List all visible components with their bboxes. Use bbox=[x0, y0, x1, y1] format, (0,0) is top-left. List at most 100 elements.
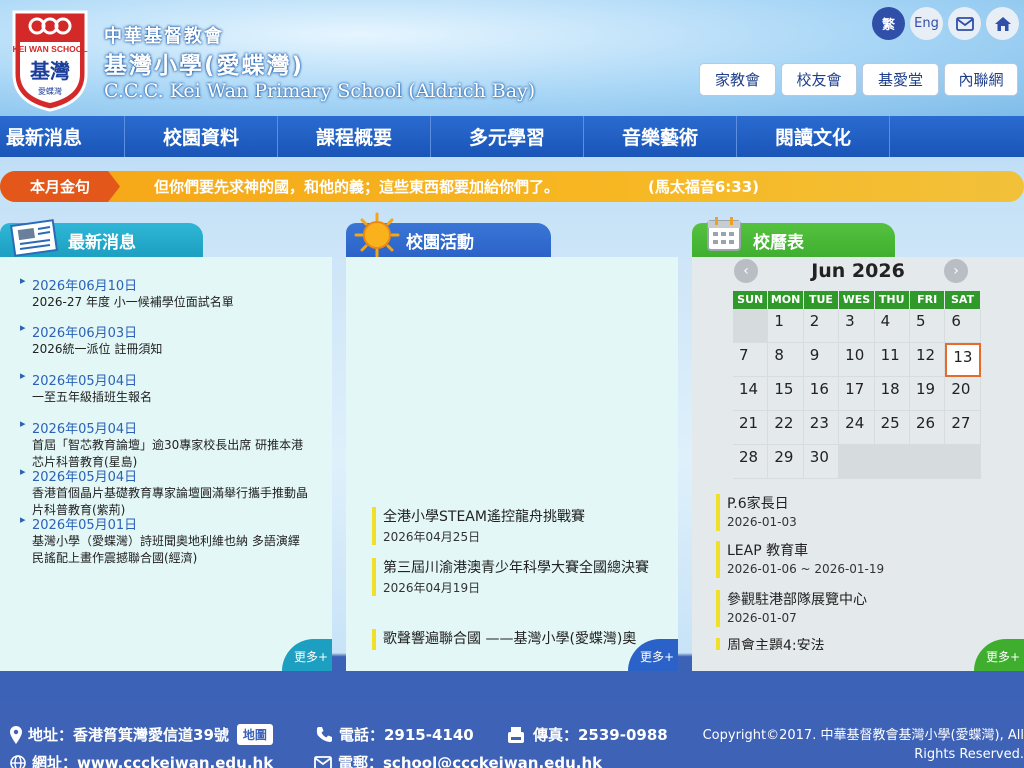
calendar-day[interactable]: 6 bbox=[945, 309, 981, 343]
list-item[interactable]: 2026年06月03日 2026統一派位 註冊須知 bbox=[20, 321, 310, 358]
calendar-day[interactable]: 22 bbox=[768, 411, 804, 445]
news-date: 2026年05月01日 bbox=[20, 513, 310, 533]
home-button[interactable] bbox=[986, 7, 1019, 40]
activity-title[interactable]: 歌聲響遍聯合國 ——基灣小學(愛蝶灣)奧 bbox=[383, 629, 652, 650]
calendar-day[interactable]: 21 bbox=[733, 411, 769, 445]
nav-curriculum[interactable]: 課程概要 bbox=[278, 116, 431, 157]
calendar-day[interactable]: 26 bbox=[909, 411, 946, 445]
event-title[interactable]: 參觀駐港部隊展覽中心 bbox=[727, 590, 986, 610]
calendar-day[interactable]: 11 bbox=[874, 343, 910, 377]
calendar-day[interactable]: 19 bbox=[909, 377, 946, 411]
list-item[interactable]: 2026年05月04日 首屆「智芯教育論壇」逾30專家校長出席 研推本港芯片科普… bbox=[20, 417, 310, 471]
website-link[interactable]: 網址：www.ccckeiwan.edu.hk bbox=[32, 752, 273, 768]
calendar-day[interactable]: 5 bbox=[909, 309, 946, 343]
activity-title[interactable]: 第三屆川渝港澳青少年科學大賽全國總決賽 bbox=[383, 558, 652, 579]
calendar-day[interactable]: 15 bbox=[768, 377, 804, 411]
calendar-week-row: 21 22 23 24 25 26 27 bbox=[733, 411, 981, 445]
monthly-verse-bar: 本月金句 但你們要先求神的國，和他的義；這些東西都要加給你們了。 (馬太福音6:… bbox=[0, 171, 1024, 202]
calendar-day[interactable]: 30 bbox=[803, 445, 840, 479]
nav-music-arts[interactable]: 音樂藝術 bbox=[584, 116, 737, 157]
calendar-empty-cell bbox=[733, 309, 769, 343]
calendar-panel-title: 校曆表 bbox=[753, 233, 804, 253]
news-title[interactable]: 基灣小學（愛蝶灣）詩班聞奧地利維也納 多語演繹民謠配上畫作震撼聯合國(經濟) bbox=[20, 533, 310, 567]
weekday-tue: TUE bbox=[803, 291, 840, 309]
map-button[interactable]: 地圖 bbox=[236, 724, 273, 745]
nav-reading[interactable]: 閱讀文化 bbox=[737, 116, 890, 157]
news-title[interactable]: 2026-27 年度 小一候補學位面試名單 bbox=[20, 294, 310, 311]
calendar-day[interactable]: 27 bbox=[945, 411, 981, 445]
activity-title[interactable]: 全港小學STEAM遙控龍舟挑戰賽 bbox=[383, 507, 652, 528]
list-item[interactable]: P.6家長日 2026-01-03 bbox=[716, 494, 986, 531]
list-item[interactable]: 2026年06月10日 2026-27 年度 小一候補學位面試名單 bbox=[20, 274, 310, 311]
calendar-day[interactable]: 9 bbox=[803, 343, 840, 377]
quick-link-intranet[interactable]: 內聯網 bbox=[944, 63, 1018, 96]
list-item[interactable]: LEAP 教育車 2026-01-06 ~ 2026-01-19 bbox=[716, 541, 986, 578]
nav-news[interactable]: 最新消息 bbox=[0, 116, 125, 157]
calendar-empty-cell bbox=[839, 445, 875, 479]
calendar-day[interactable]: 7 bbox=[733, 343, 769, 377]
list-item[interactable]: 周會主題4:安法 bbox=[716, 638, 986, 650]
event-title[interactable]: P.6家長日 bbox=[727, 494, 986, 514]
list-item[interactable]: 全港小學STEAM遙控龍舟挑戰賽 2026年04月25日 bbox=[372, 507, 652, 545]
calendar-day[interactable]: 17 bbox=[839, 377, 875, 411]
email-link[interactable]: 電郵：school@ccckeiwan.edu.hk bbox=[338, 752, 602, 768]
calendar-day[interactable]: 23 bbox=[803, 411, 840, 445]
calendar-day[interactable]: 10 bbox=[839, 343, 875, 377]
activity-panel-title: 校園活動 bbox=[406, 233, 474, 253]
news-title[interactable]: 2026統一派位 註冊須知 bbox=[20, 341, 310, 358]
chevron-right-icon: › bbox=[953, 263, 959, 279]
list-item[interactable]: 歌聲響遍聯合國 ——基灣小學(愛蝶灣)奧 bbox=[372, 629, 652, 650]
news-date: 2026年06月03日 bbox=[20, 321, 310, 341]
sun-icon bbox=[354, 212, 400, 258]
verse-reference: (馬太福音6:33) bbox=[648, 178, 760, 196]
calendar-day[interactable]: 28 bbox=[733, 445, 769, 479]
fax-icon bbox=[508, 726, 524, 743]
calendar-day[interactable]: 12 bbox=[909, 343, 946, 377]
calendar-day[interactable]: 14 bbox=[733, 377, 769, 411]
mail-button[interactable] bbox=[948, 7, 981, 40]
activity-date: 2026年04月25日 bbox=[383, 530, 481, 544]
calendar-weekday-header: SUN MON TUE WES THU FRI SAT bbox=[733, 291, 981, 309]
calendar-day[interactable]: 25 bbox=[874, 411, 910, 445]
news-title[interactable]: 一至五年級插班生報名 bbox=[20, 389, 310, 406]
news-panel: 2026年06月10日 2026-27 年度 小一候補學位面試名單 2026年0… bbox=[0, 257, 332, 671]
weekday-sat: SAT bbox=[945, 291, 981, 309]
list-item[interactable]: 第三屆川渝港澳青少年科學大賽全國總決賽 2026年04月19日 bbox=[372, 558, 652, 596]
calendar-day[interactable]: 1 bbox=[768, 309, 804, 343]
calendar-day[interactable]: 20 bbox=[945, 377, 981, 411]
calendar-day[interactable]: 13 bbox=[945, 343, 981, 377]
mail-icon bbox=[314, 755, 332, 768]
copyright-text: Copyright©2017. 中華基督教會基灣小學(愛蝶灣), All Rig… bbox=[702, 728, 1024, 762]
footer-address: 地址：香港筲箕灣愛信道39號 地圖 bbox=[10, 724, 273, 745]
calendar-day[interactable]: 29 bbox=[768, 445, 804, 479]
list-item[interactable]: 2026年05月04日 一至五年級插班生報名 bbox=[20, 369, 310, 406]
list-item[interactable]: 參觀駐港部隊展覽中心 2026-01-07 bbox=[716, 590, 986, 627]
news-date: 2026年05月04日 bbox=[20, 417, 310, 437]
list-item[interactable]: 2026年05月01日 基灣小學（愛蝶灣）詩班聞奧地利維也納 多語演繹民謠配上畫… bbox=[20, 513, 310, 567]
event-title[interactable]: LEAP 教育車 bbox=[727, 541, 986, 561]
globe-icon bbox=[10, 754, 26, 768]
news-date: 2026年05月04日 bbox=[20, 465, 310, 485]
calendar-day[interactable]: 3 bbox=[839, 309, 875, 343]
school-name-en: C.C.C. Kei Wan Primary School (Aldrich B… bbox=[104, 80, 536, 102]
calendar-day[interactable]: 24 bbox=[839, 411, 875, 445]
calendar-day[interactable]: 18 bbox=[874, 377, 910, 411]
site-header: KEI WAN SCHOOL 基灣 愛蝶灣 中華基督教會 基灣小學(愛蝶灣) C… bbox=[0, 0, 1024, 116]
news-more-button[interactable]: 更多+ bbox=[282, 639, 332, 671]
calendar-day[interactable]: 2 bbox=[803, 309, 840, 343]
nav-diverse-learning[interactable]: 多元學習 bbox=[431, 116, 584, 157]
list-item[interactable]: 2026年05月04日 香港首個晶片基礎教育專家論壇圓滿舉行攜手推動晶片科普教育… bbox=[20, 465, 310, 519]
quick-link-pta[interactable]: 家教會 bbox=[699, 63, 776, 96]
main-nav: 最新消息 校園資料 課程概要 多元學習 音樂藝術 閱讀文化 bbox=[0, 116, 1024, 157]
school-logo[interactable]: KEI WAN SCHOOL 基灣 愛蝶灣 bbox=[10, 8, 90, 112]
lang-traditional-chinese-button[interactable]: 繁 bbox=[872, 7, 905, 40]
calendar-next-button[interactable]: › bbox=[944, 259, 968, 283]
calendar-day[interactable]: 16 bbox=[803, 377, 840, 411]
lang-english-button[interactable]: Eng bbox=[910, 7, 943, 40]
nav-school-info[interactable]: 校園資料 bbox=[125, 116, 278, 157]
quick-link-alumni[interactable]: 校友會 bbox=[781, 63, 857, 96]
event-title[interactable]: 周會主題4:安法 bbox=[727, 638, 986, 650]
calendar-day[interactable]: 4 bbox=[874, 309, 910, 343]
calendar-day[interactable]: 8 bbox=[768, 343, 804, 377]
quick-link-church[interactable]: 基愛堂 bbox=[862, 63, 939, 96]
